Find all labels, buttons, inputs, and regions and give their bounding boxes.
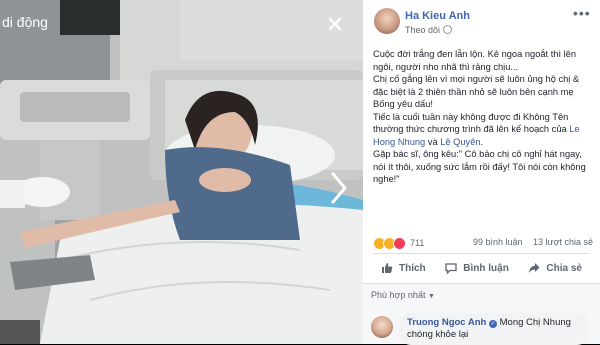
commenter-name[interactable]: Truong Ngoc Anh: [407, 317, 486, 328]
share-button[interactable]: Chia sẻ: [520, 257, 590, 279]
post-paragraph: Chị cố gắng lên vì mọi người sẽ luôn ủng…: [373, 74, 580, 109]
post-stats: 99 bình luận 13 lượt chia sẻ: [465, 237, 593, 247]
like-icon: [382, 263, 393, 273]
sort-label: Phù hợp nhất: [371, 290, 426, 300]
comments-count[interactable]: 99 bình luận: [473, 237, 523, 247]
action-bar: Thích Bình luận Chia sẻ: [373, 257, 590, 279]
reactions[interactable]: 711: [373, 236, 424, 250]
shares-count[interactable]: 13 lượt chia sẻ: [533, 237, 593, 247]
globe-icon: [443, 25, 453, 34]
chevron-right-icon[interactable]: [327, 168, 351, 208]
comment-avatar[interactable]: [371, 316, 393, 338]
comment-label: Bình luận: [463, 262, 509, 274]
post-paragraph: Gặp bác sĩ, ông kêu:" Cô bảo chị cô nghỉ…: [373, 149, 586, 184]
follow-text[interactable]: Theo dõi: [405, 25, 440, 35]
chevron-down-icon: ▼: [427, 293, 435, 300]
post-text-part: và: [425, 136, 441, 147]
avatar[interactable]: [374, 8, 400, 34]
love-reaction-icon: [393, 236, 406, 250]
divider: [373, 253, 590, 254]
photo-caption: di động: [2, 14, 48, 30]
comment-sort-dropdown[interactable]: Phù hợp nhất ▼: [371, 290, 435, 300]
post-paragraph: Cuộc đời trắng đen lẫn lộn. Kẻ ngoa ngoắ…: [373, 49, 577, 72]
hospital-photo: [0, 0, 363, 344]
like-label: Thích: [399, 262, 426, 274]
close-icon[interactable]: ✕: [322, 12, 348, 38]
post-paragraph: Tiếc là cuối tuần này không được đi Khôn…: [373, 111, 594, 149]
post-text: Cuộc đời trắng đen lẫn lộn. Kẻ ngoa ngoắ…: [373, 48, 594, 186]
post-text-part: Tiếc là cuối tuần này không được đi Khôn…: [373, 111, 570, 135]
more-icon[interactable]: •••: [573, 5, 591, 21]
post-panel: Ha Kieu Anh Theo dõi ••• Cuộc đời trắng …: [363, 0, 600, 345]
comment-button[interactable]: Bình luận: [437, 257, 517, 279]
mention-link[interactable]: Lệ Quyên: [440, 137, 480, 147]
verified-icon: ✓: [488, 320, 497, 328]
follow-label[interactable]: Theo dõi: [405, 25, 453, 35]
post-photo[interactable]: di động ✕: [0, 0, 363, 344]
share-icon: [529, 263, 540, 273]
share-label: Chia sẻ: [546, 262, 582, 274]
post-text-part: .: [480, 136, 484, 147]
post-author[interactable]: Ha Kieu Anh: [405, 10, 470, 22]
reaction-count[interactable]: 711: [410, 238, 424, 248]
comment-icon: [445, 263, 457, 274]
comment-bubble: Truong Ngoc Anh ✓ Mong Chị Nhung chóng k…: [399, 313, 589, 345]
like-button[interactable]: Thích: [373, 257, 434, 279]
